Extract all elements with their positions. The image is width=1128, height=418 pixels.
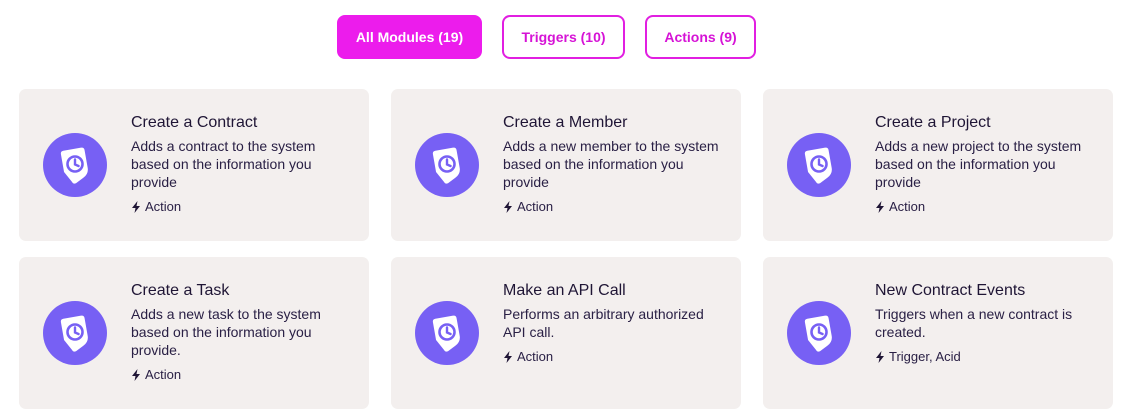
module-description: Triggers when a new contract is created. [875, 306, 1073, 340]
app-logo-icon [415, 133, 479, 197]
module-card-create-contract[interactable]: Create a Contract Adds a contract to the… [19, 89, 369, 241]
app-logo-icon [415, 301, 479, 365]
module-type-label: Action [517, 199, 554, 214]
bolt-icon [503, 200, 513, 213]
module-card-new-contract-events[interactable]: New Contract Events Triggers when a new … [763, 257, 1113, 409]
bolt-icon [875, 200, 885, 213]
module-type-label: Action [145, 367, 182, 382]
module-title: Make an API Call [503, 282, 626, 299]
module-card-create-task[interactable]: Create a Task Adds a new task to the sys… [19, 257, 369, 409]
module-description: Adds a new member to the system based on… [503, 138, 719, 190]
module-title: Create a Member [503, 114, 628, 131]
module-title: Create a Task [131, 282, 230, 299]
module-card-create-project[interactable]: Create a Project Adds a new project to t… [763, 89, 1113, 241]
module-type-label: Action [145, 199, 182, 214]
module-title: Create a Project [875, 114, 991, 131]
module-description: Performs an arbitrary authorized API cal… [503, 306, 704, 340]
module-description: Adds a new task to the system based on t… [131, 306, 321, 358]
bolt-icon [131, 368, 141, 381]
module-type-tag: Action [131, 367, 356, 382]
module-type-label: Trigger, Acid [889, 349, 961, 364]
app-logo-icon [787, 133, 851, 197]
module-type-tag: Action [131, 199, 356, 214]
filter-triggers-button[interactable]: Triggers (10) [502, 15, 625, 59]
filter-all-modules-button[interactable]: All Modules (19) [337, 15, 482, 59]
module-title: Create a Contract [131, 114, 258, 131]
module-type-tag: Action [503, 349, 728, 364]
module-type-tag: Trigger, Acid [875, 349, 1100, 364]
bolt-icon [875, 350, 885, 363]
module-card-create-member[interactable]: Create a Member Adds a new member to the… [391, 89, 741, 241]
module-description: Adds a contract to the system based on t… [131, 138, 316, 190]
app-logo-icon [787, 301, 851, 365]
app-logo-icon [43, 301, 107, 365]
module-type-tag: Action [503, 199, 728, 214]
module-type-tag: Action [875, 199, 1100, 214]
bolt-icon [131, 200, 141, 213]
filter-actions-button[interactable]: Actions (9) [645, 15, 756, 59]
bolt-icon [503, 350, 513, 363]
app-logo-icon [43, 133, 107, 197]
module-title: New Contract Events [875, 282, 1026, 299]
module-filter-bar: All Modules (19) Triggers (10) Actions (… [0, 15, 1128, 59]
module-card-make-api-call[interactable]: Make an API Call Performs an arbitrary a… [391, 257, 741, 409]
module-description: Adds a new project to the system based o… [875, 138, 1082, 190]
module-type-label: Action [517, 349, 554, 364]
module-grid: Create a Contract Adds a contract to the… [19, 89, 1113, 409]
module-type-label: Action [889, 199, 926, 214]
